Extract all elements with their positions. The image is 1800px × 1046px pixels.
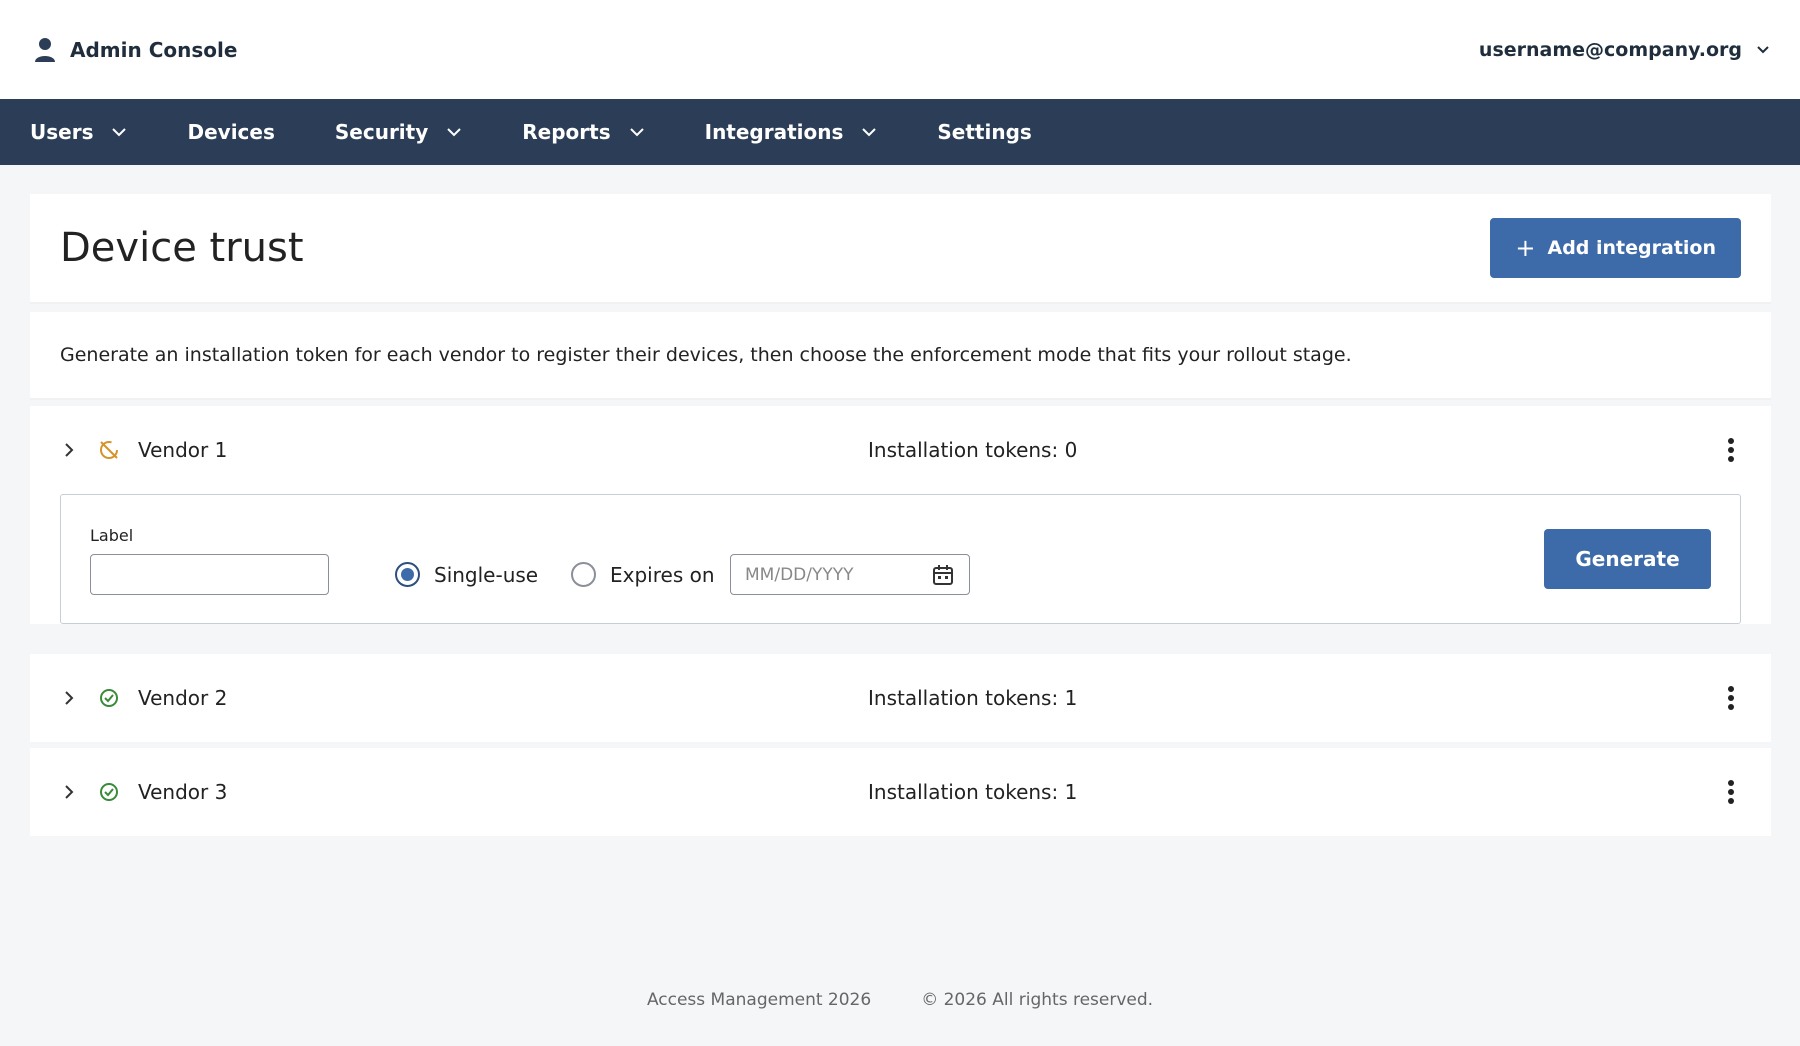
footer-copyright: © 2026 All rights reserved. xyxy=(921,990,1154,1010)
vendor-row: Vendor 2 Installation tokens: 1 xyxy=(30,654,1771,742)
installation-tokens-count: Installation tokens: 1 xyxy=(868,780,1078,804)
user-email: username@company.org xyxy=(1478,38,1742,61)
label-field-label: Label xyxy=(90,526,134,545)
chevron-down-icon xyxy=(862,128,877,137)
single-use-label: Single-use xyxy=(434,562,539,587)
expires-on-radio[interactable] xyxy=(571,562,596,587)
add-integration-label: Add integration xyxy=(1547,237,1717,259)
page-title: Device trust xyxy=(60,225,304,271)
vendor-panel-2: Vendor 2 Installation tokens: 1 xyxy=(30,654,1771,742)
single-use-option[interactable]: Single-use xyxy=(395,554,538,595)
vendor-row: Vendor 3 Installation tokens: 1 xyxy=(30,748,1771,836)
nav-item-security[interactable]: Security xyxy=(335,120,462,144)
page-description: Generate an installation token for each … xyxy=(30,312,1771,400)
vendor-panel-3: Vendor 3 Installation tokens: 1 xyxy=(30,748,1771,836)
nav-item-devices[interactable]: Devices xyxy=(187,120,274,144)
footer-product: Access Management 2026 xyxy=(646,990,872,1010)
vendor-panel-1: Vendor 1 Installation tokens: 0 Label Si… xyxy=(30,406,1771,624)
nav-label: Devices xyxy=(187,120,275,144)
more-options-icon[interactable] xyxy=(1727,779,1735,805)
page-header: Device trust + Add integration xyxy=(30,194,1771,304)
vendor-name: Vendor 3 xyxy=(138,780,228,804)
user-icon xyxy=(35,37,55,62)
check-circle-icon xyxy=(100,689,118,707)
check-circle-icon xyxy=(100,783,118,801)
vendor-name: Vendor 2 xyxy=(138,686,228,710)
more-options-icon[interactable] xyxy=(1727,437,1735,463)
chevron-down-icon xyxy=(447,128,461,137)
main-content: Device trust + Add integration Generate … xyxy=(30,194,1771,836)
vendor-row: Vendor 1 Installation tokens: 0 xyxy=(30,406,1771,494)
app-title: Admin Console xyxy=(70,37,238,62)
chevron-down-icon xyxy=(1757,45,1769,53)
add-integration-button[interactable]: + Add integration xyxy=(1490,218,1741,278)
plus-icon: + xyxy=(1515,234,1536,262)
brand: Admin Console xyxy=(34,37,237,63)
generate-button[interactable]: Generate xyxy=(1544,529,1711,589)
date-placeholder: MM/DD/YYYY xyxy=(745,564,854,585)
installation-tokens-count: Installation tokens: 1 xyxy=(868,686,1078,710)
expires-on-option[interactable]: Expires on xyxy=(571,554,715,595)
nav-item-integrations[interactable]: Integrations xyxy=(705,120,878,144)
nav-label: Users xyxy=(30,120,94,144)
expiry-date-input[interactable]: MM/DD/YYYY xyxy=(730,554,970,595)
top-header: Admin Console username@company.org xyxy=(0,0,1800,99)
more-options-icon[interactable] xyxy=(1727,685,1735,711)
calendar-icon[interactable] xyxy=(931,563,955,587)
single-use-radio[interactable] xyxy=(395,562,420,587)
nav-label: Integrations xyxy=(704,120,844,144)
nav-label: Settings xyxy=(937,120,1032,144)
chevron-right-icon[interactable] xyxy=(60,783,78,801)
vendor-name: Vendor 1 xyxy=(138,438,228,462)
nav-item-reports[interactable]: Reports xyxy=(522,120,644,144)
user-menu[interactable]: username@company.org xyxy=(1479,39,1770,61)
chevron-right-icon[interactable] xyxy=(60,441,78,459)
nav-item-users[interactable]: Users xyxy=(30,120,127,144)
nav-item-settings[interactable]: Settings xyxy=(937,120,1031,144)
nav-label: Security xyxy=(334,120,429,144)
chevron-right-icon[interactable] xyxy=(60,689,78,707)
token-generation-form: Label Single-use Expires on MM/DD/YYYY G… xyxy=(60,494,1741,624)
installation-tokens-count: Installation tokens: 0 xyxy=(868,438,1078,462)
main-nav: Users Devices Security Reports Integrati… xyxy=(0,99,1800,165)
chevron-down-icon xyxy=(629,128,644,137)
footer: Access Management 2026 © 2026 All rights… xyxy=(0,990,1800,1010)
label-input[interactable] xyxy=(90,554,329,595)
nav-label: Reports xyxy=(522,120,611,144)
expires-on-label: Expires on xyxy=(610,562,715,587)
chevron-down-icon xyxy=(112,128,127,137)
disabled-status-icon xyxy=(100,441,118,459)
